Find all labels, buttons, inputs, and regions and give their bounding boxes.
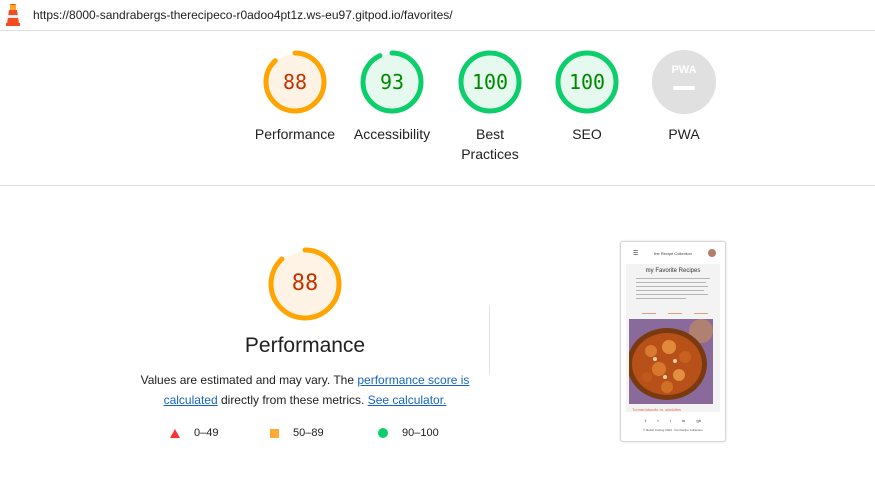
recipe-image <box>629 319 713 404</box>
gauge-accessibility[interactable]: 93 Accessibility <box>345 50 439 144</box>
page-url[interactable]: https://8000-sandrabergs-therecipeco-r0a… <box>33 8 453 22</box>
twitter-icon: t <box>657 418 659 423</box>
legend-range: 0–49 <box>194 427 219 439</box>
gauge-score: 93 <box>379 70 405 94</box>
screenshot-caption: Tunnbrödsrulle m. skinkfärs <box>632 407 681 412</box>
screenshot-text-lines <box>636 278 710 302</box>
screenshot-header: ☰ the Recipe Collection <box>621 242 725 264</box>
pwa-badge-text: PWA <box>671 64 696 76</box>
github-icon: gh <box>696 418 701 423</box>
performance-score: 88 <box>291 271 319 296</box>
performance-description: Values are estimated and may vary. The p… <box>140 370 470 410</box>
section-divider <box>0 185 875 186</box>
see-calculator-link[interactable]: See calculator. <box>368 393 447 407</box>
linkedin-icon: in <box>682 418 686 423</box>
screenshot-links <box>642 313 708 314</box>
square-icon <box>270 428 279 438</box>
legend-range: 90–100 <box>402 427 439 439</box>
social-icons: f t i in gh <box>645 418 701 423</box>
gauge-label: PWA <box>668 126 700 142</box>
screenshot-footer: © Rebel Coding 2023 · the Recipe Collect… <box>643 428 703 432</box>
gauge-label: Best Practices <box>461 126 519 162</box>
screenshot-title: my Favorite Recipes <box>645 268 701 274</box>
avatar <box>708 249 716 257</box>
triangle-icon <box>170 428 180 438</box>
gauge-pwa[interactable]: PWA PWA <box>637 50 731 144</box>
performance-title: Performance <box>244 334 366 357</box>
gauge-seo[interactable]: 100 SEO <box>540 50 634 144</box>
gauge-best-practices[interactable]: 100 Best Practices <box>443 50 537 164</box>
facebook-icon: f <box>645 418 647 423</box>
legend-average: 50–89 <box>270 427 324 439</box>
gauge-score: 100 <box>568 70 606 94</box>
pwa-badge-icon: PWA <box>652 50 716 114</box>
gauge-score: 88 <box>282 70 308 94</box>
gauge-score: 100 <box>471 70 509 94</box>
vertical-divider <box>489 305 490 375</box>
gauge-label: SEO <box>572 126 602 142</box>
performance-gauge-large: 88 <box>268 247 342 321</box>
screenshot-body: my Favorite Recipes Tunnbrödsrulle m. sk… <box>626 264 720 412</box>
gauge-performance[interactable]: 88 Performance <box>248 50 342 144</box>
legend-fail: 0–49 <box>170 427 218 439</box>
legend-pass: 90–100 <box>378 427 439 439</box>
lighthouse-icon <box>6 4 20 26</box>
circle-icon <box>378 428 388 438</box>
final-screenshot[interactable]: ☰ the Recipe Collection my Favorite Reci… <box>620 241 726 442</box>
desc-text-1: Values are estimated and may vary. The <box>140 373 358 387</box>
gauge-label: Performance <box>254 126 336 142</box>
gauge-label: Accessibility <box>353 126 431 142</box>
address-bar: https://8000-sandrabergs-therecipeco-r0a… <box>0 0 875 31</box>
instagram-icon: i <box>669 418 671 423</box>
desc-text-2: directly from these metrics. <box>217 393 368 407</box>
legend-range: 50–89 <box>293 427 324 439</box>
